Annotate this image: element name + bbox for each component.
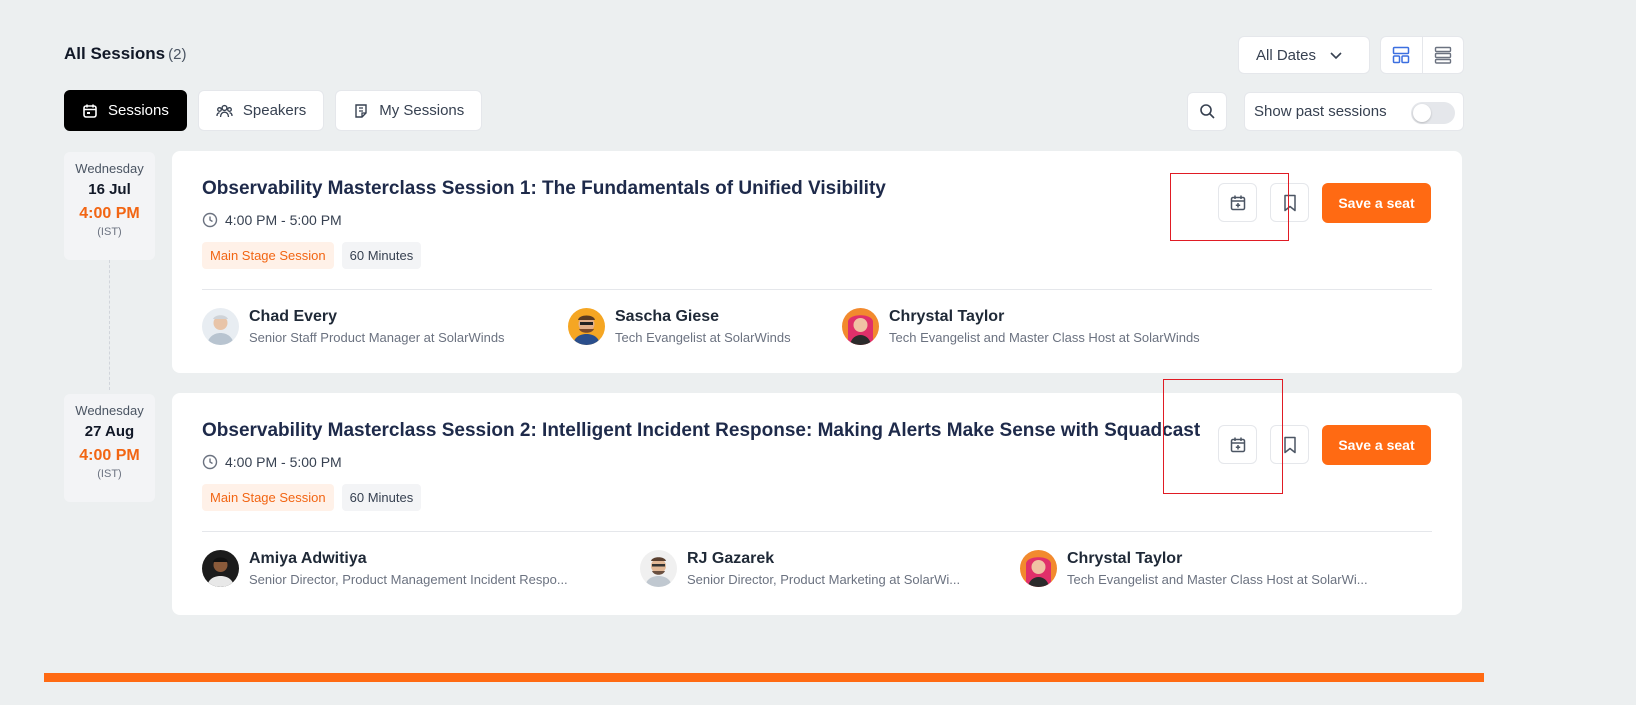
tab-sessions-label: Sessions bbox=[108, 102, 169, 119]
page-title: All Sessions (2) bbox=[64, 44, 186, 64]
page-title-text: All Sessions bbox=[64, 44, 166, 63]
session-time: 4:00 PM - 5:00 PM bbox=[202, 212, 342, 228]
tab-my-sessions-label: My Sessions bbox=[379, 102, 465, 119]
date-time: 4:00 PM bbox=[79, 447, 140, 464]
tab-speakers-label: Speakers bbox=[242, 102, 307, 119]
speaker-item[interactable]: RJ Gazarek Senior Director, Product Mark… bbox=[640, 548, 960, 588]
show-past-sessions: Show past sessions bbox=[1244, 92, 1464, 131]
speaker-item[interactable]: Sascha Giese Tech Evangelist at SolarWin… bbox=[568, 306, 791, 346]
notes-icon bbox=[355, 103, 367, 118]
save-a-seat-button[interactable]: Save a seat bbox=[1322, 425, 1431, 465]
timeline-line bbox=[109, 260, 110, 390]
speaker-name: Sascha Giese bbox=[615, 308, 720, 325]
session-title[interactable]: Observability Masterclass Session 2: Int… bbox=[202, 420, 1200, 442]
session-tags: Main Stage Session 60 Minutes bbox=[202, 484, 422, 511]
avatar bbox=[640, 549, 677, 587]
session-type-tag: Main Stage Session bbox=[202, 484, 334, 511]
avatar bbox=[202, 307, 239, 345]
chevron-down-icon bbox=[1330, 52, 1342, 60]
session-date: Wednesday 16 Jul 4:00 PM (IST) bbox=[64, 152, 155, 260]
speakers-icon bbox=[216, 104, 233, 117]
session-time-range: 4:00 PM - 5:00 PM bbox=[225, 212, 342, 228]
speaker-name: Chrystal Taylor bbox=[889, 308, 1005, 325]
bottom-accent-bar bbox=[44, 673, 1484, 682]
speaker-name: RJ Gazarek bbox=[687, 550, 775, 567]
speaker-list: Amiya Adwitiya Senior Director, Product … bbox=[202, 548, 1432, 588]
card-divider bbox=[202, 289, 1432, 290]
session-duration-tag: 60 Minutes bbox=[341, 484, 422, 511]
speaker-role: Tech Evangelist and Master Class Host at… bbox=[1067, 572, 1368, 587]
session-tabs: Sessions Speakers My Sessions bbox=[64, 90, 483, 131]
speaker-name: Chrystal Taylor bbox=[1067, 550, 1183, 567]
date-day: 27 Aug bbox=[84, 423, 135, 440]
view-toggle bbox=[1380, 36, 1464, 74]
speaker-role: Senior Director, Product Marketing at So… bbox=[687, 572, 961, 587]
date-timezone: (IST) bbox=[97, 468, 122, 480]
speaker-list: Chad Every Senior Staff Product Manager … bbox=[202, 306, 1432, 346]
grid-view-icon bbox=[1393, 46, 1410, 64]
session-time-range: 4:00 PM - 5:00 PM bbox=[225, 454, 342, 470]
session-duration-tag: 60 Minutes bbox=[341, 242, 422, 269]
tab-my-sessions[interactable]: My Sessions bbox=[335, 90, 483, 131]
speaker-role: Senior Staff Product Manager at SolarWin… bbox=[249, 330, 505, 345]
avatar bbox=[568, 307, 605, 345]
show-past-toggle[interactable] bbox=[1411, 102, 1455, 124]
search-icon bbox=[1199, 104, 1215, 119]
tab-speakers[interactable]: Speakers bbox=[197, 90, 325, 131]
speaker-name: Amiya Adwitiya bbox=[249, 550, 367, 567]
session-count: (2) bbox=[168, 46, 187, 63]
speaker-item[interactable]: Amiya Adwitiya Senior Director, Product … bbox=[202, 548, 568, 588]
session-title[interactable]: Observability Masterclass Session 1: The… bbox=[202, 178, 886, 200]
toggle-knob bbox=[1413, 104, 1431, 122]
avatar bbox=[842, 307, 879, 345]
speaker-name: Chad Every bbox=[249, 308, 338, 325]
session-time: 4:00 PM - 5:00 PM bbox=[202, 454, 342, 470]
sessions-header: All Sessions (2) All Dates bbox=[64, 36, 1464, 76]
dates-filter-dropdown[interactable]: All Dates bbox=[1238, 36, 1370, 74]
date-weekday: Wednesday bbox=[75, 161, 144, 176]
date-day: 16 Jul bbox=[88, 181, 131, 198]
clock-icon bbox=[202, 212, 218, 228]
date-time: 4:00 PM bbox=[79, 205, 140, 222]
tab-sessions[interactable]: Sessions bbox=[64, 90, 187, 131]
session-date: Wednesday 27 Aug 4:00 PM (IST) bbox=[64, 394, 155, 502]
grid-view-button[interactable] bbox=[1381, 37, 1423, 73]
card-divider bbox=[202, 531, 1432, 532]
highlight-box bbox=[1170, 173, 1289, 241]
avatar bbox=[1020, 549, 1057, 587]
speaker-role: Senior Director, Product Management Inci… bbox=[249, 572, 568, 587]
list-view-icon bbox=[1434, 46, 1451, 64]
speaker-item[interactable]: Chad Every Senior Staff Product Manager … bbox=[202, 306, 505, 346]
date-timezone: (IST) bbox=[97, 226, 122, 238]
session-type-tag: Main Stage Session bbox=[202, 242, 334, 269]
speaker-role: Tech Evangelist and Master Class Host at… bbox=[889, 330, 1200, 345]
dates-filter-label: All Dates bbox=[1256, 46, 1317, 64]
session-tags: Main Stage Session 60 Minutes bbox=[202, 242, 422, 269]
avatar bbox=[202, 549, 239, 587]
date-weekday: Wednesday bbox=[75, 403, 144, 418]
save-a-seat-button[interactable]: Save a seat bbox=[1322, 183, 1431, 223]
list-view-button[interactable] bbox=[1423, 37, 1464, 73]
show-past-label: Show past sessions bbox=[1254, 103, 1387, 120]
clock-icon bbox=[202, 454, 218, 470]
highlight-box bbox=[1163, 379, 1283, 494]
speaker-item[interactable]: Chrystal Taylor Tech Evangelist and Mast… bbox=[842, 306, 1200, 346]
speaker-item[interactable]: Chrystal Taylor Tech Evangelist and Mast… bbox=[1020, 548, 1368, 588]
calendar-icon bbox=[83, 104, 97, 118]
speaker-role: Tech Evangelist at SolarWinds bbox=[615, 330, 791, 345]
bookmark-icon bbox=[1283, 436, 1296, 453]
search-button[interactable] bbox=[1187, 92, 1227, 131]
